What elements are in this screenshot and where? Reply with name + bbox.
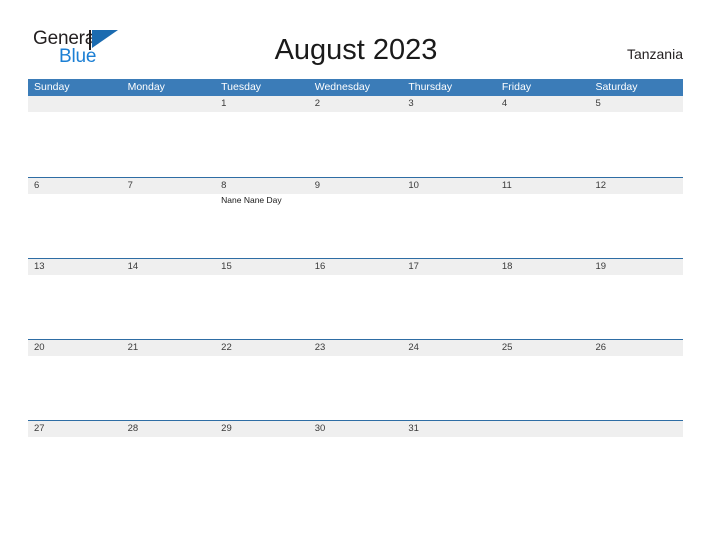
region-label: Tanzania	[626, 46, 683, 62]
holiday-event: Nane Nane Day	[221, 195, 282, 205]
day-number: 2	[314, 98, 321, 109]
day-number: 11	[501, 180, 512, 191]
day-number: 25	[501, 342, 513, 353]
day-number: 12	[595, 180, 607, 191]
day-number: 1	[221, 98, 227, 109]
day-number: 18	[501, 261, 513, 272]
day-cell-12[interactable]: 12	[589, 178, 683, 258]
weekday-header-saturday: Saturday	[595, 81, 638, 93]
calendar-week-row: 27 28 29 30 31	[28, 420, 683, 501]
calendar-week-row: 6 7 8 Nane Nane Day 9 10 11 12	[28, 177, 683, 258]
day-number: 10	[408, 180, 419, 191]
day-number: 27	[34, 423, 45, 434]
day-number: 5	[595, 98, 601, 109]
day-cell-26[interactable]: 26	[589, 340, 683, 420]
day-number	[502, 421, 590, 437]
weekday-header-friday: Friday	[501, 81, 532, 93]
day-cell-15[interactable]: 15	[215, 259, 309, 339]
day-cell-empty	[122, 96, 216, 176]
calendar-week-row: 1 2 3 4 5	[28, 96, 683, 177]
day-number: 28	[127, 423, 139, 434]
day-cell-23[interactable]: 23	[309, 340, 403, 420]
week-day-cells: 1 2 3 4 5	[28, 96, 683, 176]
day-number: 26	[595, 342, 607, 353]
day-cell-21[interactable]: 21	[122, 340, 216, 420]
day-cell-20[interactable]: 20	[28, 340, 122, 420]
week-day-cells: 27 28 29 30 31	[28, 421, 683, 501]
weekday-header-monday: Monday	[127, 81, 165, 93]
day-cell-18[interactable]: 18	[496, 259, 590, 339]
day-cell-16[interactable]: 16	[309, 259, 403, 339]
week-day-cells: 13 14 15 16 17 18 19	[28, 259, 683, 339]
day-cell-11[interactable]: 11	[496, 178, 590, 258]
day-number: 7	[127, 180, 133, 191]
day-cell-31[interactable]: 31	[402, 421, 496, 501]
day-number: 29	[221, 423, 232, 434]
day-number: 20	[34, 342, 45, 353]
calendar-week-row: 20 21 22 23 24 25 26	[28, 339, 683, 420]
day-cell-9[interactable]: 9	[309, 178, 403, 258]
day-number	[128, 96, 216, 112]
weekday-header-thursday: Thursday	[408, 81, 453, 93]
day-cell-10[interactable]: 10	[402, 178, 496, 258]
page-header: General Blue August 2023 Tanzania	[0, 0, 712, 72]
day-number: 13	[34, 261, 45, 272]
day-number: 9	[314, 180, 321, 191]
calendar-weeks: 1 2 3 4 5 6 7 8 Nane Nane Day 9 10 11 12 13 14 15 16 17 18…	[28, 96, 683, 501]
day-number: 14	[127, 261, 139, 272]
day-number: 23	[314, 342, 326, 353]
day-number: 31	[408, 423, 419, 434]
day-cell-27[interactable]: 27	[28, 421, 122, 501]
day-cell-7[interactable]: 7	[122, 178, 216, 258]
day-number	[34, 96, 122, 112]
day-cell-22[interactable]: 22	[215, 340, 309, 420]
day-number: 22	[221, 342, 232, 353]
calendar-page: General Blue August 2023 Tanzania Sunday…	[0, 0, 712, 550]
day-number: 3	[408, 98, 414, 109]
day-cell-13[interactable]: 13	[28, 259, 122, 339]
day-cell-17[interactable]: 17	[402, 259, 496, 339]
day-number: 24	[408, 342, 419, 353]
day-cell-4[interactable]: 4	[496, 96, 590, 176]
day-cell-30[interactable]: 30	[309, 421, 403, 501]
day-cell-empty	[28, 96, 122, 176]
day-cell-14[interactable]: 14	[122, 259, 216, 339]
week-day-cells: 20 21 22 23 24 25 26	[28, 340, 683, 420]
day-cell-empty	[496, 421, 590, 501]
day-cell-28[interactable]: 28	[122, 421, 216, 501]
page-title: August 2023	[274, 34, 438, 66]
day-number: 15	[221, 261, 232, 272]
day-cell-2[interactable]: 2	[309, 96, 403, 176]
day-number: 6	[34, 180, 40, 191]
day-cell-6[interactable]: 6	[28, 178, 122, 258]
day-cell-24[interactable]: 24	[402, 340, 496, 420]
day-cell-1[interactable]: 1	[215, 96, 309, 176]
calendar-week-row: 13 14 15 16 17 18 19	[28, 258, 683, 339]
day-cell-5[interactable]: 5	[589, 96, 683, 176]
day-number: 19	[595, 261, 607, 272]
calendar-grid: Sunday Monday Tuesday Wednesday Thursday Frid…	[28, 79, 683, 501]
day-number: 17	[408, 261, 419, 272]
weekday-header-tuesday: Tuesday	[221, 81, 262, 93]
day-events: Nane Nane Day	[221, 194, 309, 206]
weekday-header-sunday: Sunday	[34, 81, 70, 93]
weekday-header-wednesday: Wednesday	[314, 81, 370, 93]
day-cell-29[interactable]: 29	[215, 421, 309, 501]
day-cell-empty	[589, 421, 683, 501]
weekday-header-row: Sunday Monday Tuesday Wednesday Thursday Frid…	[28, 79, 683, 96]
day-number: 30	[314, 423, 326, 434]
day-cell-3[interactable]: 3	[402, 96, 496, 176]
day-cell-25[interactable]: 25	[496, 340, 590, 420]
day-number: 8	[221, 180, 227, 191]
day-number: 16	[314, 261, 326, 272]
day-cell-19[interactable]: 19	[589, 259, 683, 339]
day-cell-8[interactable]: 8 Nane Nane Day	[215, 178, 309, 258]
day-number	[595, 421, 683, 437]
day-number: 4	[501, 98, 508, 109]
week-day-cells: 6 7 8 Nane Nane Day 9 10 11 12	[28, 178, 683, 258]
day-number: 21	[127, 342, 139, 353]
